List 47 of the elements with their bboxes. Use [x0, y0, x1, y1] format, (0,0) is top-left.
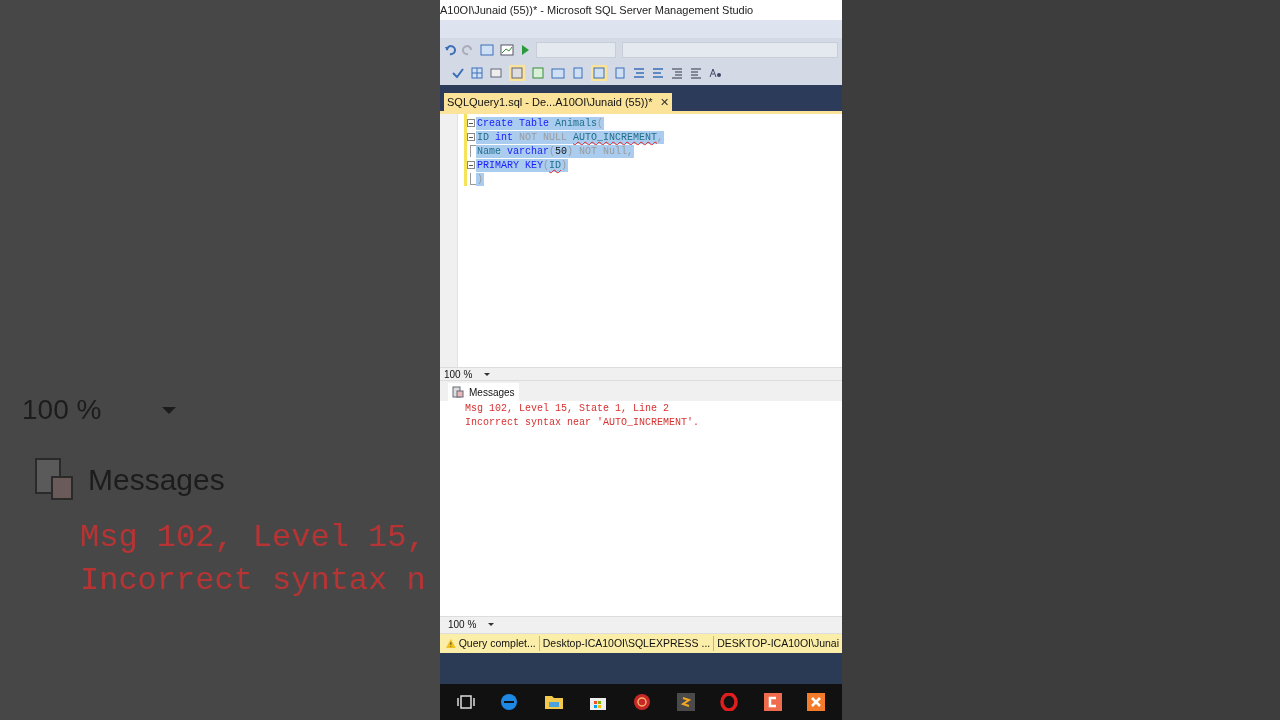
opera-browser-icon[interactable]: [720, 693, 739, 712]
folder-icon[interactable]: [543, 694, 564, 711]
document-icon[interactable]: [614, 67, 626, 80]
dropdown-arrow-icon: [162, 406, 176, 414]
status-text: Desktop-ICA10OI\SQLEXPRESS ...: [538, 635, 714, 652]
collapse-icon: [467, 119, 475, 128]
redo-icon[interactable]: [462, 43, 474, 56]
editor-app-icon[interactable]: [676, 693, 695, 712]
error-message: Msg 102, Level 15,: [80, 518, 427, 558]
status-text: Query complet...: [457, 635, 537, 651]
messages-icon: [452, 386, 464, 399]
error-message: Msg 102, Level 15, State 1, Line 2: [465, 402, 671, 417]
check-icon[interactable]: [452, 67, 464, 80]
app-icon[interactable]: [632, 693, 651, 712]
window-icon[interactable]: [480, 43, 494, 56]
browser-icon[interactable]: [500, 693, 519, 712]
indent-icon[interactable]: [671, 67, 683, 80]
search-field[interactable]: [622, 41, 838, 58]
window-title: A10OI\Junaid (55))* - Microsoft SQL Server Management Studio: [440, 2, 754, 18]
collapse-icon: [467, 161, 475, 170]
close-button[interactable]: ✕: [660, 96, 670, 108]
table-icon[interactable]: [551, 67, 565, 80]
undo-icon[interactable]: [444, 43, 456, 56]
tab-title: SQLQuery1.sql - De...A10OI\Junaid (55))*: [447, 94, 653, 110]
document-tab[interactable]: SQLQuery1.sql - De...A10OI\Junaid (55))* ✕: [444, 93, 673, 112]
font-icon[interactable]: [709, 67, 723, 80]
dropdown-arrow-icon[interactable]: [484, 372, 491, 376]
messages-tab[interactable]: Messages: [448, 383, 519, 402]
messages-icon: [34, 457, 76, 501]
outdent-icon[interactable]: [652, 67, 664, 80]
server-app-icon[interactable]: [807, 693, 826, 712]
execute-icon[interactable]: [520, 43, 530, 56]
dropdown-arrow-icon[interactable]: [488, 623, 495, 627]
warning-icon: [446, 638, 456, 650]
zoom-level[interactable]: 100 %: [448, 617, 477, 633]
outdent-icon[interactable]: [690, 67, 702, 80]
document-icon[interactable]: [572, 67, 584, 80]
task-view-icon[interactable]: [456, 695, 475, 710]
app-icon[interactable]: [763, 693, 782, 712]
collapse-icon: [467, 133, 475, 142]
error-message: Incorrect syntax n: [80, 561, 427, 601]
save-icon[interactable]: [509, 65, 525, 82]
indent-icon[interactable]: [633, 67, 645, 80]
error-message: Incorrect syntax near 'AUTO_INCREMENT'.: [465, 416, 701, 431]
window-icon[interactable]: [490, 67, 502, 80]
chart-icon[interactable]: [500, 43, 514, 56]
zoom-level[interactable]: 100 %: [444, 366, 473, 382]
